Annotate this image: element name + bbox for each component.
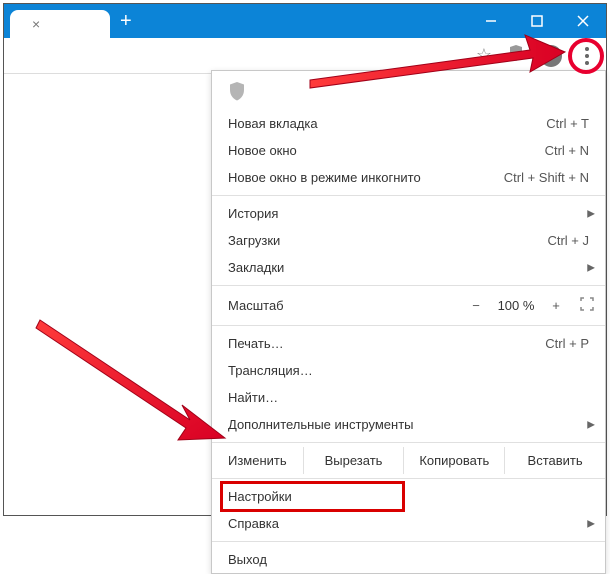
close-tab-icon[interactable]: ×: [32, 16, 40, 32]
zoom-value: 100 %: [491, 298, 541, 313]
window-controls: [468, 4, 606, 38]
page-content-panel: [8, 74, 212, 511]
edit-label: Изменить: [212, 447, 304, 474]
menu-item-zoom: Масштаб − 100 % +: [212, 290, 605, 321]
menu-item-incognito[interactable]: Новое окно в режиме инкогнито Ctrl + Shi…: [212, 164, 605, 191]
menu-item-new-tab[interactable]: Новая вкладка Ctrl + T: [212, 110, 605, 137]
menu-item-print[interactable]: Печать… Ctrl + P: [212, 330, 605, 357]
menu-item-bookmarks[interactable]: Закладки ▶: [212, 254, 605, 281]
menu-item-exit[interactable]: Выход: [212, 546, 605, 573]
edit-copy-button[interactable]: Копировать: [404, 447, 505, 474]
browser-tab[interactable]: ×: [10, 10, 110, 38]
close-window-button[interactable]: [560, 4, 606, 38]
zoom-in-button[interactable]: +: [541, 298, 571, 313]
menu-item-history[interactable]: История ▶: [212, 200, 605, 227]
profile-avatar[interactable]: [540, 45, 562, 67]
menu-item-find[interactable]: Найти…: [212, 384, 605, 411]
shortcut-label: Ctrl + N: [545, 143, 589, 158]
shortcut-label: Ctrl + T: [546, 116, 589, 131]
minimize-button[interactable]: [468, 4, 514, 38]
edit-cut-button[interactable]: Вырезать: [304, 447, 405, 474]
menu-item-settings[interactable]: Настройки: [212, 483, 605, 510]
submenu-arrow-icon: ▶: [587, 419, 595, 430]
menu-item-downloads[interactable]: Загрузки Ctrl + J: [212, 227, 605, 254]
fullscreen-icon[interactable]: [579, 296, 595, 315]
shortcut-label: Ctrl + P: [545, 336, 589, 351]
main-menu-dropdown: Новая вкладка Ctrl + T Новое окно Ctrl +…: [211, 70, 606, 574]
window-titlebar: × +: [4, 4, 606, 38]
submenu-arrow-icon: ▶: [587, 208, 595, 219]
menu-item-new-window[interactable]: Новое окно Ctrl + N: [212, 137, 605, 164]
maximize-button[interactable]: [514, 4, 560, 38]
new-tab-button[interactable]: +: [120, 10, 132, 33]
browser-toolbar: ☆: [4, 38, 606, 74]
menu-item-edit-row: Изменить Вырезать Копировать Вставить: [212, 447, 605, 474]
shortcut-label: Ctrl + Shift + N: [504, 170, 589, 185]
menu-item-more-tools[interactable]: Дополнительные инструменты ▶: [212, 411, 605, 438]
extension-shield-icon[interactable]: [508, 44, 524, 67]
kebab-menu-button[interactable]: [578, 41, 596, 71]
edit-paste-button[interactable]: Вставить: [505, 447, 605, 474]
submenu-arrow-icon: ▶: [587, 262, 595, 273]
submenu-arrow-icon: ▶: [587, 518, 595, 529]
menu-item-help[interactable]: Справка ▶: [212, 510, 605, 537]
menu-header-shield-icon: [212, 71, 605, 110]
menu-item-cast[interactable]: Трансляция…: [212, 357, 605, 384]
bookmark-star-icon[interactable]: ☆: [476, 45, 492, 66]
zoom-out-button[interactable]: −: [461, 298, 491, 313]
shortcut-label: Ctrl + J: [547, 233, 589, 248]
